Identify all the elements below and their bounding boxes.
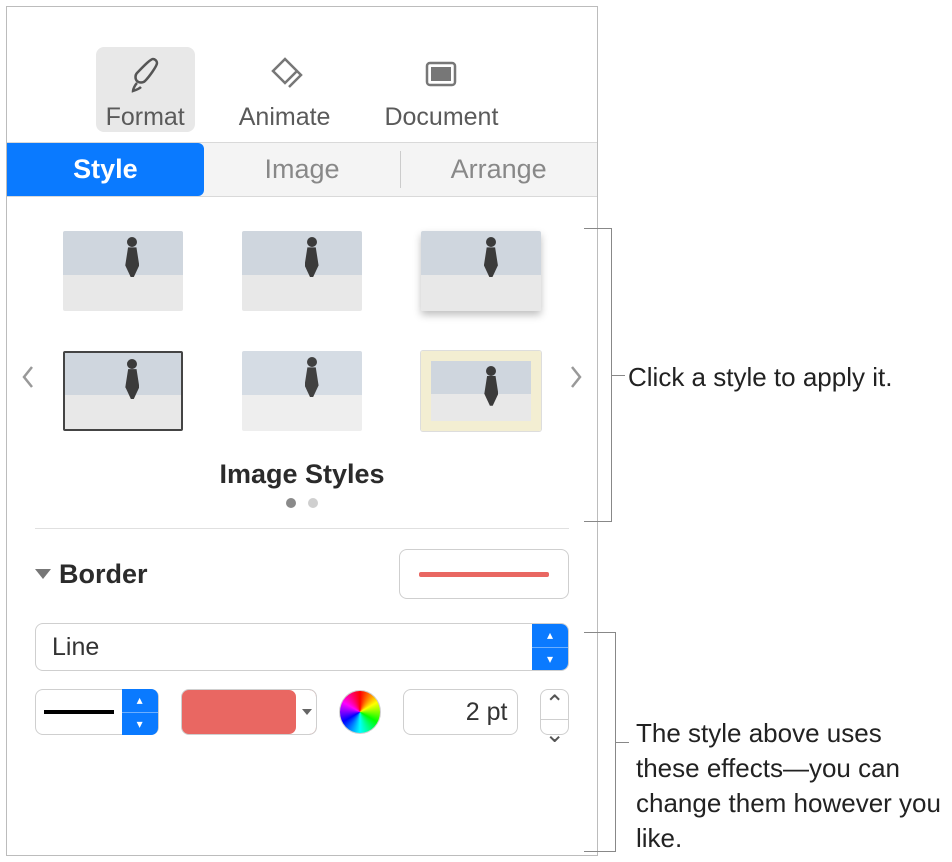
select-stepper[interactable]: ▴ ▾ <box>122 689 158 735</box>
chevron-up-icon: ⌃ <box>541 690 568 720</box>
chevron-up-icon: ▴ <box>532 624 568 648</box>
document-button[interactable]: Document <box>374 47 508 132</box>
border-section: Border Line ▴ ▾ ▴ ▾ 2 <box>7 529 597 753</box>
figure-icon <box>120 359 144 409</box>
border-controls-row: ▴ ▾ 2 pt ⌃ ⌄ <box>35 689 569 735</box>
styles-prev-button[interactable] <box>15 357 41 397</box>
chevron-down-icon: ⌄ <box>541 720 568 749</box>
figure-icon <box>479 366 503 416</box>
animate-icon <box>263 53 307 97</box>
inspector-tabs: Style Image Arrange <box>7 143 597 197</box>
border-width-stepper[interactable]: ⌃ ⌄ <box>540 689 569 735</box>
style-thumbnail-1[interactable] <box>63 231 183 311</box>
chevron-left-icon <box>21 365 35 389</box>
format-label: Format <box>106 103 185 132</box>
chevron-right-icon <box>569 365 583 389</box>
callout-text-2: The style above uses these effects—you c… <box>636 716 946 856</box>
style-thumbnail-2[interactable] <box>242 231 362 311</box>
color-wheel-button[interactable] <box>339 690 381 734</box>
paintbrush-icon <box>123 53 167 97</box>
format-inspector-panel: Format Animate Document Style Image Arra… <box>6 6 598 856</box>
styles-grid <box>51 231 553 431</box>
select-stepper[interactable]: ▴ ▾ <box>532 624 568 670</box>
pager-dot-1[interactable] <box>286 498 296 508</box>
tab-image[interactable]: Image <box>204 143 401 196</box>
stroke-preview <box>36 710 122 714</box>
figure-icon <box>120 237 144 287</box>
animate-button[interactable]: Animate <box>229 47 341 132</box>
border-width-field[interactable]: 2 pt <box>403 689 518 735</box>
border-disclosure[interactable]: Border <box>35 559 148 590</box>
tab-style[interactable]: Style <box>7 143 204 196</box>
image-styles-area: Image Styles <box>7 197 597 528</box>
document-label: Document <box>384 103 498 132</box>
document-icon <box>419 53 463 97</box>
border-color-swatch[interactable] <box>181 689 318 735</box>
style-thumbnail-4[interactable] <box>63 351 183 431</box>
border-style-preview[interactable] <box>399 549 569 599</box>
callout-text-1: Click a style to apply it. <box>628 360 892 395</box>
border-type-select[interactable]: Line ▴ ▾ <box>35 623 569 671</box>
style-thumbnail-5[interactable] <box>242 351 362 431</box>
style-thumbnail-6[interactable] <box>421 351 541 431</box>
chevron-down-icon <box>35 569 51 579</box>
border-header: Border <box>35 549 569 599</box>
chevron-down-icon: ▾ <box>532 648 568 671</box>
styles-pager <box>51 498 553 508</box>
callout-bracket-2 <box>584 632 616 852</box>
border-preview-line <box>419 572 549 577</box>
chevron-up-icon: ▴ <box>122 689 158 713</box>
figure-icon <box>479 237 503 287</box>
pager-dot-2[interactable] <box>308 498 318 508</box>
animate-label: Animate <box>239 103 331 132</box>
format-button[interactable]: Format <box>96 47 195 132</box>
border-label: Border <box>59 559 148 590</box>
border-type-value: Line <box>52 633 99 662</box>
style-thumbnail-3[interactable] <box>421 231 541 311</box>
chevron-down-icon: ▾ <box>122 713 158 736</box>
border-width-value: 2 pt <box>466 698 508 727</box>
stroke-style-select[interactable]: ▴ ▾ <box>35 689 159 735</box>
callout-bracket-1 <box>584 228 612 522</box>
figure-icon <box>300 357 324 407</box>
tab-arrange[interactable]: Arrange <box>400 143 597 196</box>
inspector-toolbar: Format Animate Document <box>7 7 597 143</box>
image-styles-title: Image Styles <box>51 459 553 490</box>
figure-icon <box>300 237 324 287</box>
